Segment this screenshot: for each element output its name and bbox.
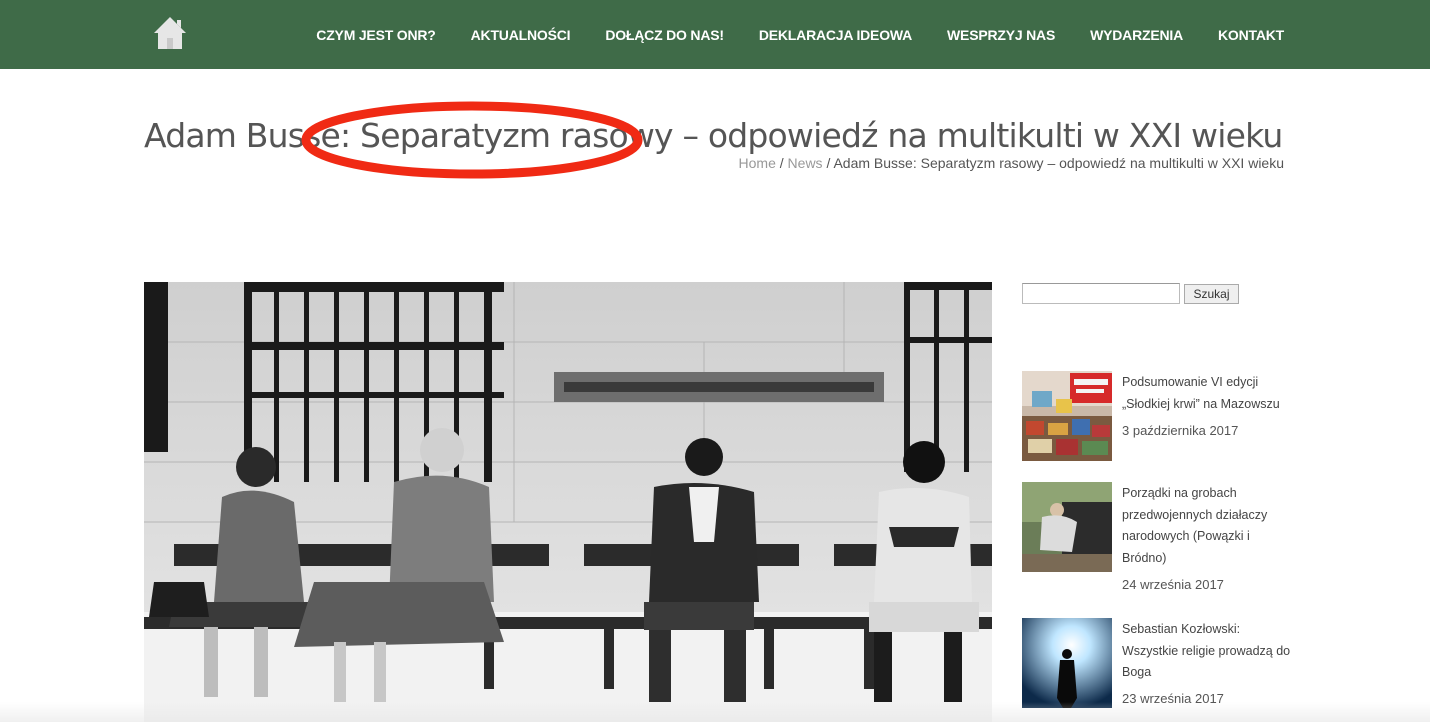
post-title[interactable]: Podsumowanie VI edycji „Słodkiej krwi” n… [1122, 372, 1292, 415]
breadcrumb-separator: / [822, 155, 834, 171]
nav-item-aktualnosci[interactable]: AKTUALNOŚCI [471, 27, 571, 43]
nav-item-czym-jest-onr[interactable]: CZYM JEST ONR? [316, 27, 436, 43]
nav-item-wydarzenia[interactable]: WYDARZENIA [1090, 27, 1183, 43]
featured-image [144, 282, 992, 722]
search-input[interactable] [1022, 283, 1180, 304]
post-date: 24 września 2017 [1122, 577, 1224, 592]
page-title: Adam Busse: Separatyzm rasowy – odpowied… [144, 116, 1283, 155]
breadcrumb-news-link[interactable]: News [788, 155, 823, 171]
post-thumbnail[interactable] [1022, 371, 1112, 461]
home-icon[interactable] [153, 16, 187, 50]
recent-post[interactable]: Porządki na grobach przedwojennych dział… [1022, 482, 1292, 594]
post-thumbnail[interactable] [1022, 482, 1112, 572]
post-title[interactable]: Sebastian Kozłowski: Wszystkie religie p… [1122, 619, 1292, 684]
nav-item-wesprzyj-nas[interactable]: WESPRZYJ NAS [947, 27, 1055, 43]
main-nav: CZYM JEST ONR? AKTUALNOŚCI DOŁĄCZ DO NAS… [316, 0, 1284, 69]
nav-item-dolacz-do-nas[interactable]: DOŁĄCZ DO NAS! [605, 27, 724, 43]
post-title[interactable]: Porządki na grobach przedwojennych dział… [1122, 483, 1292, 569]
post-thumbnail[interactable] [1022, 618, 1112, 708]
search-button[interactable]: Szukaj [1184, 284, 1239, 304]
site-header: CZYM JEST ONR? AKTUALNOŚCI DOŁĄCZ DO NAS… [0, 0, 1430, 69]
recent-post[interactable]: Podsumowanie VI edycji „Słodkiej krwi” n… [1022, 371, 1292, 463]
breadcrumb-home-link[interactable]: Home [739, 155, 776, 171]
nav-item-deklaracja-ideowa[interactable]: DEKLARACJA IDEOWA [759, 27, 912, 43]
nav-item-kontakt[interactable]: KONTAKT [1218, 27, 1284, 43]
post-date: 23 września 2017 [1122, 691, 1224, 706]
breadcrumb-current: Adam Busse: Separatyzm rasowy – odpowied… [833, 155, 1284, 171]
breadcrumb: Home / News / Adam Busse: Separatyzm ras… [739, 155, 1284, 171]
post-date: 3 października 2017 [1122, 423, 1239, 438]
recent-post[interactable]: Sebastian Kozłowski: Wszystkie religie p… [1022, 618, 1292, 718]
breadcrumb-separator: / [775, 155, 788, 171]
